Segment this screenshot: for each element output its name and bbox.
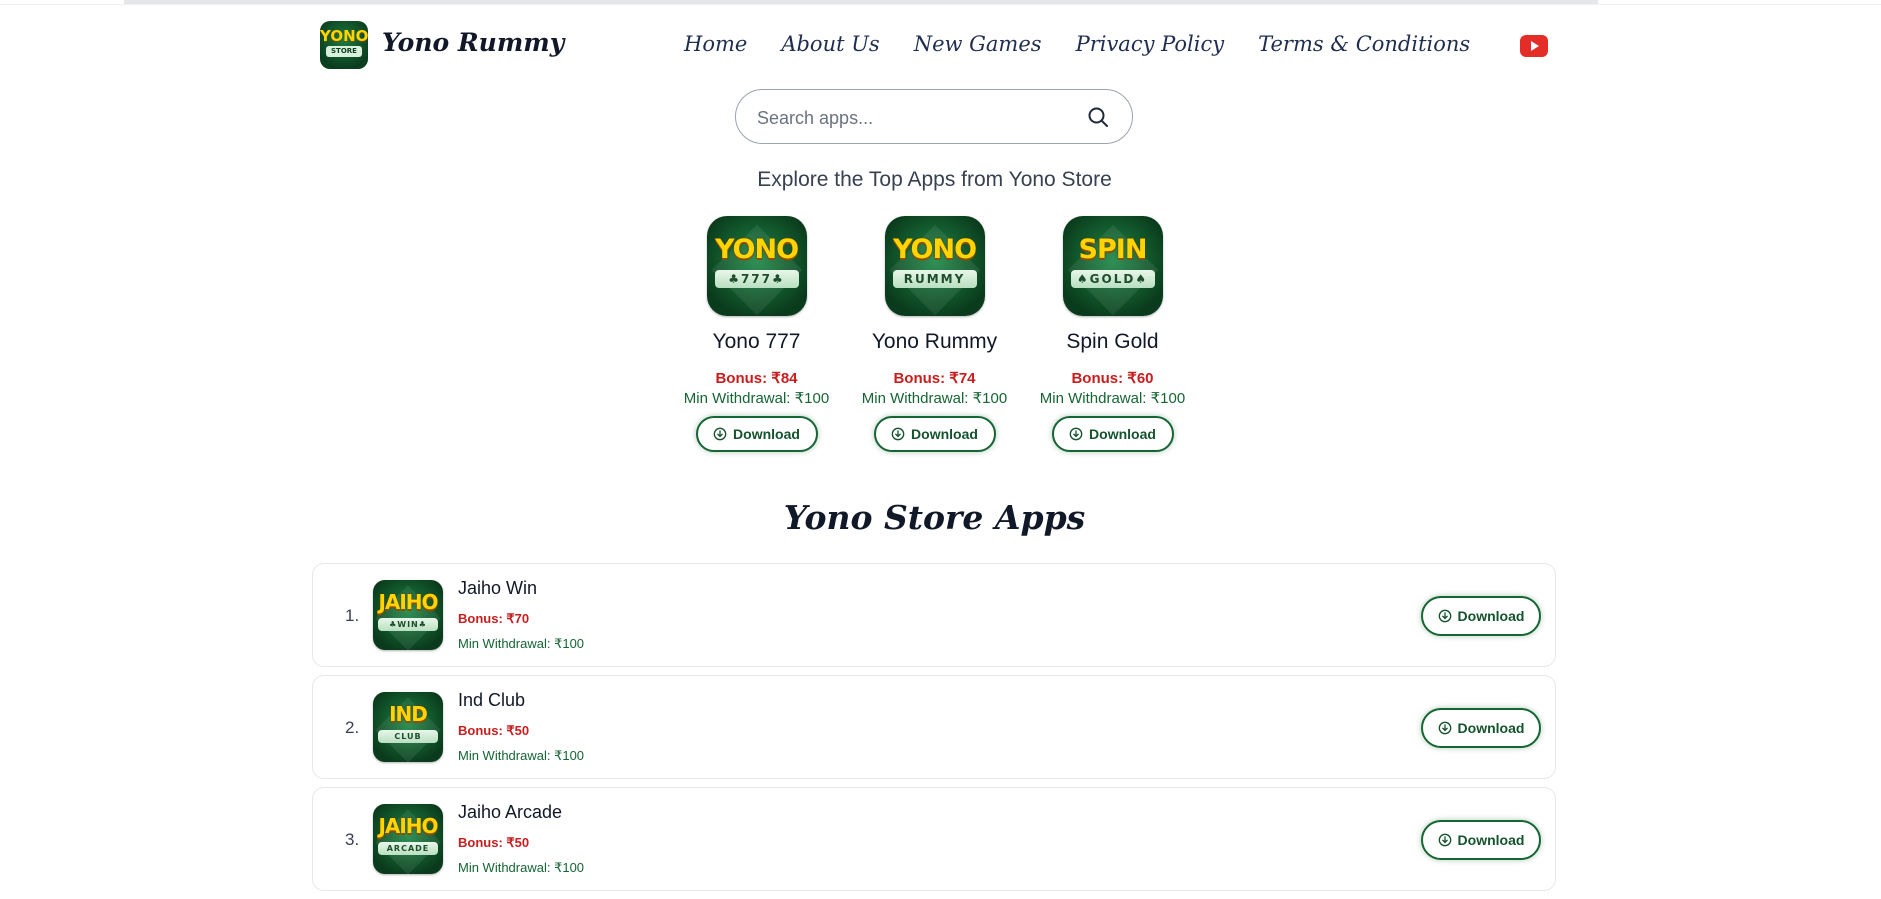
download-cloud-icon — [713, 427, 727, 441]
app-min-withdrawal: Min Withdrawal: ₹100 — [861, 390, 1008, 407]
app-min-withdrawal: Min Withdrawal: ₹100 — [458, 636, 585, 651]
app-icon[interactable]: IND CLUB — [373, 692, 443, 762]
app-bonus: Bonus: ₹50 — [458, 835, 530, 850]
app-icon-title: YONO — [714, 234, 799, 265]
download-button[interactable]: Download — [695, 416, 818, 452]
download-button[interactable]: Download — [873, 416, 996, 452]
download-label: Download — [1457, 720, 1525, 736]
site-logo[interactable]: YONO STORE — [320, 21, 368, 69]
download-button[interactable]: Download — [1421, 708, 1541, 748]
top-app-card: YONO RUMMY Yono Rummy Bonus: ₹74 Min Wit… — [859, 216, 1011, 452]
app-icon-title: JAIHO — [378, 590, 438, 614]
app-min-withdrawal: Min Withdrawal: ₹100 — [458, 860, 585, 875]
download-button[interactable]: Download — [1051, 416, 1174, 452]
app-min-withdrawal: Min Withdrawal: ₹100 — [1039, 390, 1186, 407]
app-bonus: Bonus: ₹50 — [458, 723, 530, 738]
app-min-withdrawal: Min Withdrawal: ₹100 — [683, 390, 830, 407]
download-label: Download — [1457, 832, 1525, 848]
app-bonus: Bonus: ₹84 — [715, 370, 798, 387]
list-item-number: 1. — [345, 606, 360, 625]
nav-home[interactable]: Home — [684, 32, 747, 56]
list-item: 3. JAIHO ARCADE Jaiho Arcade Bonus: ₹50 … — [312, 787, 1556, 891]
app-icon-subtitle: ♣WIN♣ — [378, 618, 438, 631]
main-nav: Home About Us New Games Privacy Policy T… — [684, 32, 1470, 56]
app-icon-title: IND — [389, 702, 428, 726]
search-box — [735, 89, 1133, 144]
section-title: Yono Store Apps — [783, 498, 1086, 537]
app-name[interactable]: Jaiho Win — [458, 578, 537, 599]
download-label: Download — [1457, 608, 1525, 624]
app-name: Spin Gold — [1066, 330, 1159, 353]
download-label: Download — [1089, 426, 1156, 442]
app-icon-title: JAIHO — [378, 814, 438, 838]
nav-new-games[interactable]: New Games — [914, 32, 1042, 56]
app-icon[interactable]: SPIN ♠GOLD♠ — [1062, 216, 1163, 316]
download-button[interactable]: Download — [1421, 596, 1541, 636]
app-icon-subtitle: RUMMY — [892, 270, 977, 288]
app-icon-subtitle: ARCADE — [378, 842, 438, 855]
download-button[interactable]: Download — [1421, 820, 1541, 860]
nav-terms-conditions[interactable]: Terms & Conditions — [1258, 32, 1470, 56]
app-name: Yono Rummy — [871, 330, 998, 353]
top-apps: YONO ♣777♣ Yono 777 Bonus: ₹84 Min Withd… — [0, 216, 1869, 452]
app-icon[interactable]: JAIHO ARCADE — [373, 804, 443, 874]
app-icon[interactable]: YONO ♣777♣ — [706, 216, 807, 316]
site-header: YONO STORE Yono Rummy Home About Us New … — [0, 0, 1881, 88]
app-name: Yono 777 — [712, 330, 801, 353]
store-app-list: 1. JAIHO ♣WIN♣ Jaiho Win Bonus: ₹70 Min … — [312, 563, 1556, 899]
download-cloud-icon — [1438, 609, 1451, 623]
app-icon-title: SPIN — [1078, 234, 1148, 265]
download-label: Download — [911, 426, 978, 442]
download-label: Download — [733, 426, 800, 442]
explore-heading: Explore the Top Apps from Yono Store — [757, 168, 1112, 191]
logo-text-bottom: STORE — [326, 46, 362, 57]
download-cloud-icon — [891, 427, 905, 441]
app-name[interactable]: Ind Club — [458, 690, 525, 711]
brand-name[interactable]: Yono Rummy — [382, 28, 564, 57]
list-item: 2. IND CLUB Ind Club Bonus: ₹50 Min With… — [312, 675, 1556, 779]
nav-privacy-policy[interactable]: Privacy Policy — [1076, 32, 1225, 56]
app-bonus: Bonus: ₹60 — [1071, 370, 1154, 387]
app-icon-subtitle: CLUB — [378, 730, 438, 743]
app-icon[interactable]: YONO RUMMY — [884, 216, 985, 316]
top-app-card: YONO ♣777♣ Yono 777 Bonus: ₹84 Min Withd… — [681, 216, 833, 452]
list-item: 1. JAIHO ♣WIN♣ Jaiho Win Bonus: ₹70 Min … — [312, 563, 1556, 667]
search-input[interactable] — [755, 104, 1069, 132]
logo-text-top: YONO — [320, 27, 368, 45]
search-icon[interactable] — [1086, 105, 1110, 129]
app-icon[interactable]: JAIHO ♣WIN♣ — [373, 580, 443, 650]
app-bonus: Bonus: ₹70 — [458, 611, 530, 626]
list-item-number: 2. — [345, 718, 360, 737]
download-cloud-icon — [1069, 427, 1083, 441]
top-app-card: SPIN ♠GOLD♠ Spin Gold Bonus: ₹60 Min Wit… — [1037, 216, 1189, 452]
app-icon-subtitle: ♣777♣ — [714, 270, 799, 288]
youtube-icon[interactable] — [1520, 35, 1548, 57]
download-cloud-icon — [1438, 833, 1451, 847]
app-min-withdrawal: Min Withdrawal: ₹100 — [458, 748, 585, 763]
download-cloud-icon — [1438, 721, 1451, 735]
list-item-number: 3. — [345, 830, 360, 849]
app-name[interactable]: Jaiho Arcade — [458, 802, 562, 823]
app-bonus: Bonus: ₹74 — [893, 370, 976, 387]
app-icon-title: YONO — [892, 234, 977, 265]
nav-about-us[interactable]: About Us — [781, 32, 879, 56]
app-icon-subtitle: ♠GOLD♠ — [1070, 270, 1155, 288]
